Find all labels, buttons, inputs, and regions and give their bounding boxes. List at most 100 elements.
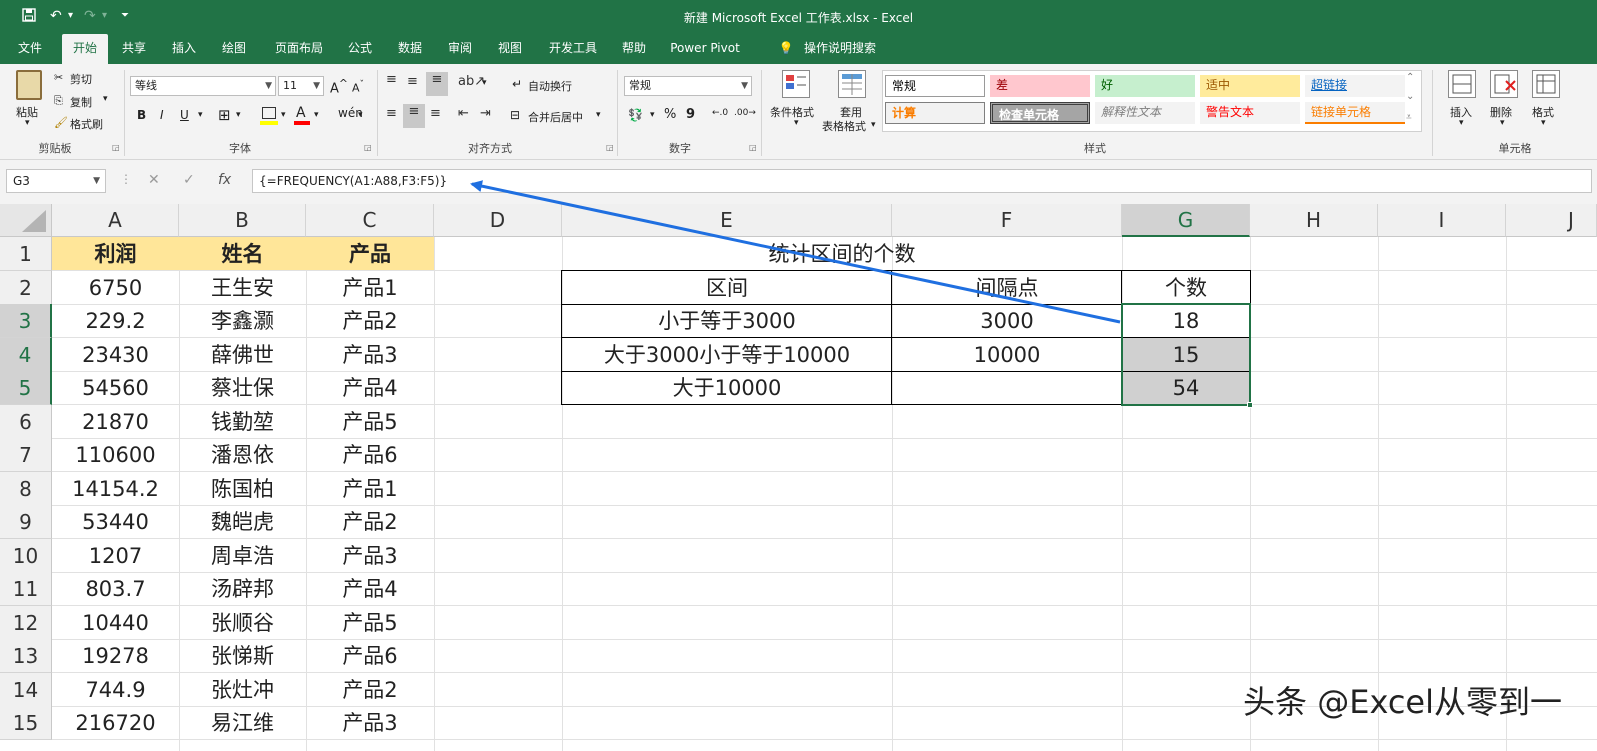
cell-a7[interactable]: 110600 xyxy=(52,438,179,472)
cell-c8[interactable]: 产品1 xyxy=(306,472,434,506)
column-header-i[interactable]: I xyxy=(1378,204,1506,237)
column-header-b[interactable]: B xyxy=(179,204,306,237)
cell-b4[interactable]: 薛佛世 xyxy=(179,338,306,372)
table-format-dropdown-icon[interactable]: ▾ xyxy=(871,120,876,130)
table-format-label-2[interactable]: 表格格式 xyxy=(822,118,866,134)
column-header-c[interactable]: C xyxy=(306,204,434,237)
cell-c14[interactable]: 产品2 xyxy=(306,673,434,707)
cut-button[interactable]: 剪切 xyxy=(70,71,92,87)
style-linked-cell[interactable]: 链接单元格 xyxy=(1305,102,1405,124)
insert-dropdown-icon[interactable]: ▾ xyxy=(1459,118,1464,128)
cell-f4[interactable]: 10000 xyxy=(892,338,1122,372)
row-header-6[interactable]: 6 xyxy=(0,405,52,439)
column-header-f[interactable]: F xyxy=(892,204,1122,237)
cell-e4[interactable]: 大于3000小于等于10000 xyxy=(562,338,892,372)
tab-draw[interactable]: 绘图 xyxy=(214,34,254,64)
currency-dropdown-icon[interactable]: ▾ xyxy=(650,110,655,120)
cell-b10[interactable]: 周卓浩 xyxy=(179,539,306,573)
row-header-2[interactable]: 2 xyxy=(0,271,52,305)
column-header-a[interactable]: A xyxy=(52,204,179,237)
cell-b8[interactable]: 陈国柏 xyxy=(179,472,306,506)
style-normal[interactable]: 常规 xyxy=(885,75,985,97)
underline-button[interactable]: U xyxy=(180,108,189,122)
cell-a6[interactable]: 21870 xyxy=(52,405,179,439)
merge-dropdown-icon[interactable]: ▾ xyxy=(596,110,601,120)
cell-b7[interactable]: 潘恩依 xyxy=(179,438,306,472)
copy-icon[interactable]: ⎘ xyxy=(54,94,63,108)
row-header-7[interactable]: 7 xyxy=(0,438,52,472)
style-check-cell[interactable]: 检查单元格 xyxy=(990,102,1090,124)
cell-c7[interactable]: 产品6 xyxy=(306,438,434,472)
row-header-12[interactable]: 12 xyxy=(0,606,52,640)
insert-function-icon[interactable]: fx xyxy=(218,172,231,188)
cell-b3[interactable]: 李鑫灏 xyxy=(179,304,306,338)
cell-b6[interactable]: 钱勤堃 xyxy=(179,405,306,439)
font-color-dropdown-icon[interactable]: ▾ xyxy=(314,110,319,120)
percent-button[interactable]: % xyxy=(664,107,676,122)
tab-developer[interactable]: 开发工具 xyxy=(542,34,604,64)
style-warning[interactable]: 警告文本 xyxy=(1200,102,1300,124)
tab-data[interactable]: 数据 xyxy=(390,34,430,64)
style-bad[interactable]: 差 xyxy=(990,75,1090,97)
align-bottom-icon[interactable]: ≡ xyxy=(426,72,448,96)
cell-c9[interactable]: 产品2 xyxy=(306,505,434,539)
worksheet-grid[interactable]: A B C D E F G H I J 1 2 3 4 5 6 7 8 9 10… xyxy=(0,204,1597,751)
number-format-select[interactable]: 常规 ▼ xyxy=(624,76,752,96)
cell-b12[interactable]: 张顺谷 xyxy=(179,606,306,640)
paste-icon[interactable] xyxy=(16,70,42,100)
align-top-icon[interactable]: ≡ xyxy=(386,72,397,87)
cancel-icon[interactable]: ✕ xyxy=(148,172,160,188)
gallery-scroll-up-icon[interactable]: ⌃ xyxy=(1406,72,1414,83)
cell-c15[interactable]: 产品3 xyxy=(306,706,434,740)
column-header-g[interactable]: G xyxy=(1122,204,1250,237)
format-painter-button[interactable]: 格式刷 xyxy=(70,116,103,132)
cell-f2[interactable]: 间隔点 xyxy=(892,271,1122,305)
number-launcher-icon[interactable]: ◲ xyxy=(749,143,757,152)
fill-color-icon[interactable] xyxy=(262,107,276,119)
formula-input[interactable]: {=FREQUENCY(A1:A88,F3:F5)} xyxy=(252,169,1592,193)
align-middle-icon[interactable]: ≡ xyxy=(407,74,418,89)
merge-center-button[interactable]: 合并后居中 xyxy=(528,109,583,125)
cell-b9[interactable]: 魏皑虎 xyxy=(179,505,306,539)
row-header-4[interactable]: 4 xyxy=(0,338,52,372)
cell-c12[interactable]: 产品5 xyxy=(306,606,434,640)
summary-title[interactable]: 统计区间的个数 xyxy=(562,237,1122,271)
cell-c11[interactable]: 产品4 xyxy=(306,572,434,606)
increase-decimal-icon[interactable]: ←.0 xyxy=(712,108,728,118)
cell-a3[interactable]: 229.2 xyxy=(52,304,179,338)
insert-cells-icon[interactable] xyxy=(1448,70,1476,98)
delete-cells-icon[interactable] xyxy=(1490,70,1518,98)
cell-e3[interactable]: 小于等于3000 xyxy=(562,304,892,338)
cut-icon[interactable]: ✂ xyxy=(54,71,63,84)
column-header-h[interactable]: H xyxy=(1250,204,1378,237)
fill-dropdown-icon[interactable]: ▾ xyxy=(281,110,286,120)
style-good[interactable]: 好 xyxy=(1095,75,1195,97)
font-size-select[interactable]: 11 ▼ xyxy=(278,76,324,96)
cell-e2[interactable]: 区间 xyxy=(562,271,892,305)
conditional-dropdown-icon[interactable]: ▾ xyxy=(794,118,799,128)
gallery-scroll-down-icon[interactable]: ⌄ xyxy=(1406,91,1414,102)
tab-review[interactable]: 审阅 xyxy=(440,34,480,64)
cell-c2[interactable]: 产品1 xyxy=(306,271,434,305)
cell-f5[interactable] xyxy=(892,371,1122,405)
cell-a15[interactable]: 216720 xyxy=(52,706,179,740)
cell-a8[interactable]: 14154.2 xyxy=(52,472,179,506)
increase-font-icon[interactable]: A^ xyxy=(330,77,348,96)
row-header-15[interactable]: 15 xyxy=(0,706,52,740)
cell-f3[interactable]: 3000 xyxy=(892,304,1122,338)
increase-indent-icon[interactable]: ⇥ xyxy=(480,106,491,121)
decrease-font-icon[interactable]: Aˇ xyxy=(352,79,364,95)
name-box[interactable]: G3 ▼ xyxy=(6,169,106,193)
column-header-d[interactable]: D xyxy=(434,204,562,237)
fill-handle[interactable] xyxy=(1247,402,1253,408)
gallery-more-icon[interactable]: ⩡ xyxy=(1406,112,1412,123)
table-format-icon[interactable] xyxy=(838,70,866,98)
alignment-launcher-icon[interactable]: ◲ xyxy=(606,143,614,152)
cell-b14[interactable]: 张灶冲 xyxy=(179,673,306,707)
paste-dropdown-icon[interactable]: ▾ xyxy=(25,118,30,128)
tell-me-search[interactable]: 操作说明搜索 xyxy=(800,34,880,64)
tab-share[interactable]: 共享 xyxy=(114,34,154,64)
cell-a5[interactable]: 54560 xyxy=(52,371,179,405)
column-header-e[interactable]: E xyxy=(562,204,892,237)
cell-b15[interactable]: 易江维 xyxy=(179,706,306,740)
